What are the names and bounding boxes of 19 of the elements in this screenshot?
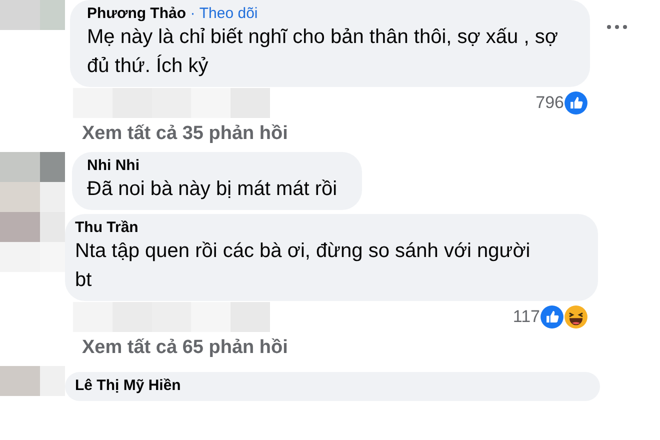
reaction-count: 796 (536, 92, 564, 114)
avatar-placeholder (0, 152, 65, 212)
view-replies-link[interactable]: Xem tất cả 35 phản hồi (82, 123, 288, 144)
view-replies-link[interactable]: Xem tất cả 65 phản hồi (82, 337, 288, 358)
reaction-count: 117 (512, 306, 540, 328)
laughing-emoji-icon (564, 305, 588, 329)
comment-text: Đã noi bà này bị mát mát rồi (87, 177, 338, 202)
author-name: Thu Trần (75, 219, 138, 236)
thumbs-up-icon (540, 305, 564, 329)
follow-link[interactable]: Theo dõi (199, 5, 258, 22)
comment-text: Mẹ này là chỉ biết nghĩ cho bản thân thôi, sợ xấu , sợ đủ thứ. Ích kỷ (87, 25, 559, 79)
author-name: Lê Thị Mỹ Hiền (75, 377, 181, 394)
comment-text: Nta tập quen rồi các bà ơi, đừng so sánh với người bt (75, 239, 532, 293)
thumbs-up-icon (564, 91, 588, 115)
author-name: Phương Thảo (87, 5, 186, 22)
separator-dot: · (190, 5, 196, 22)
avatar-placeholder (0, 0, 65, 30)
more-options-icon[interactable] (606, 24, 628, 30)
author-name: Nhi Nhi (87, 157, 140, 174)
